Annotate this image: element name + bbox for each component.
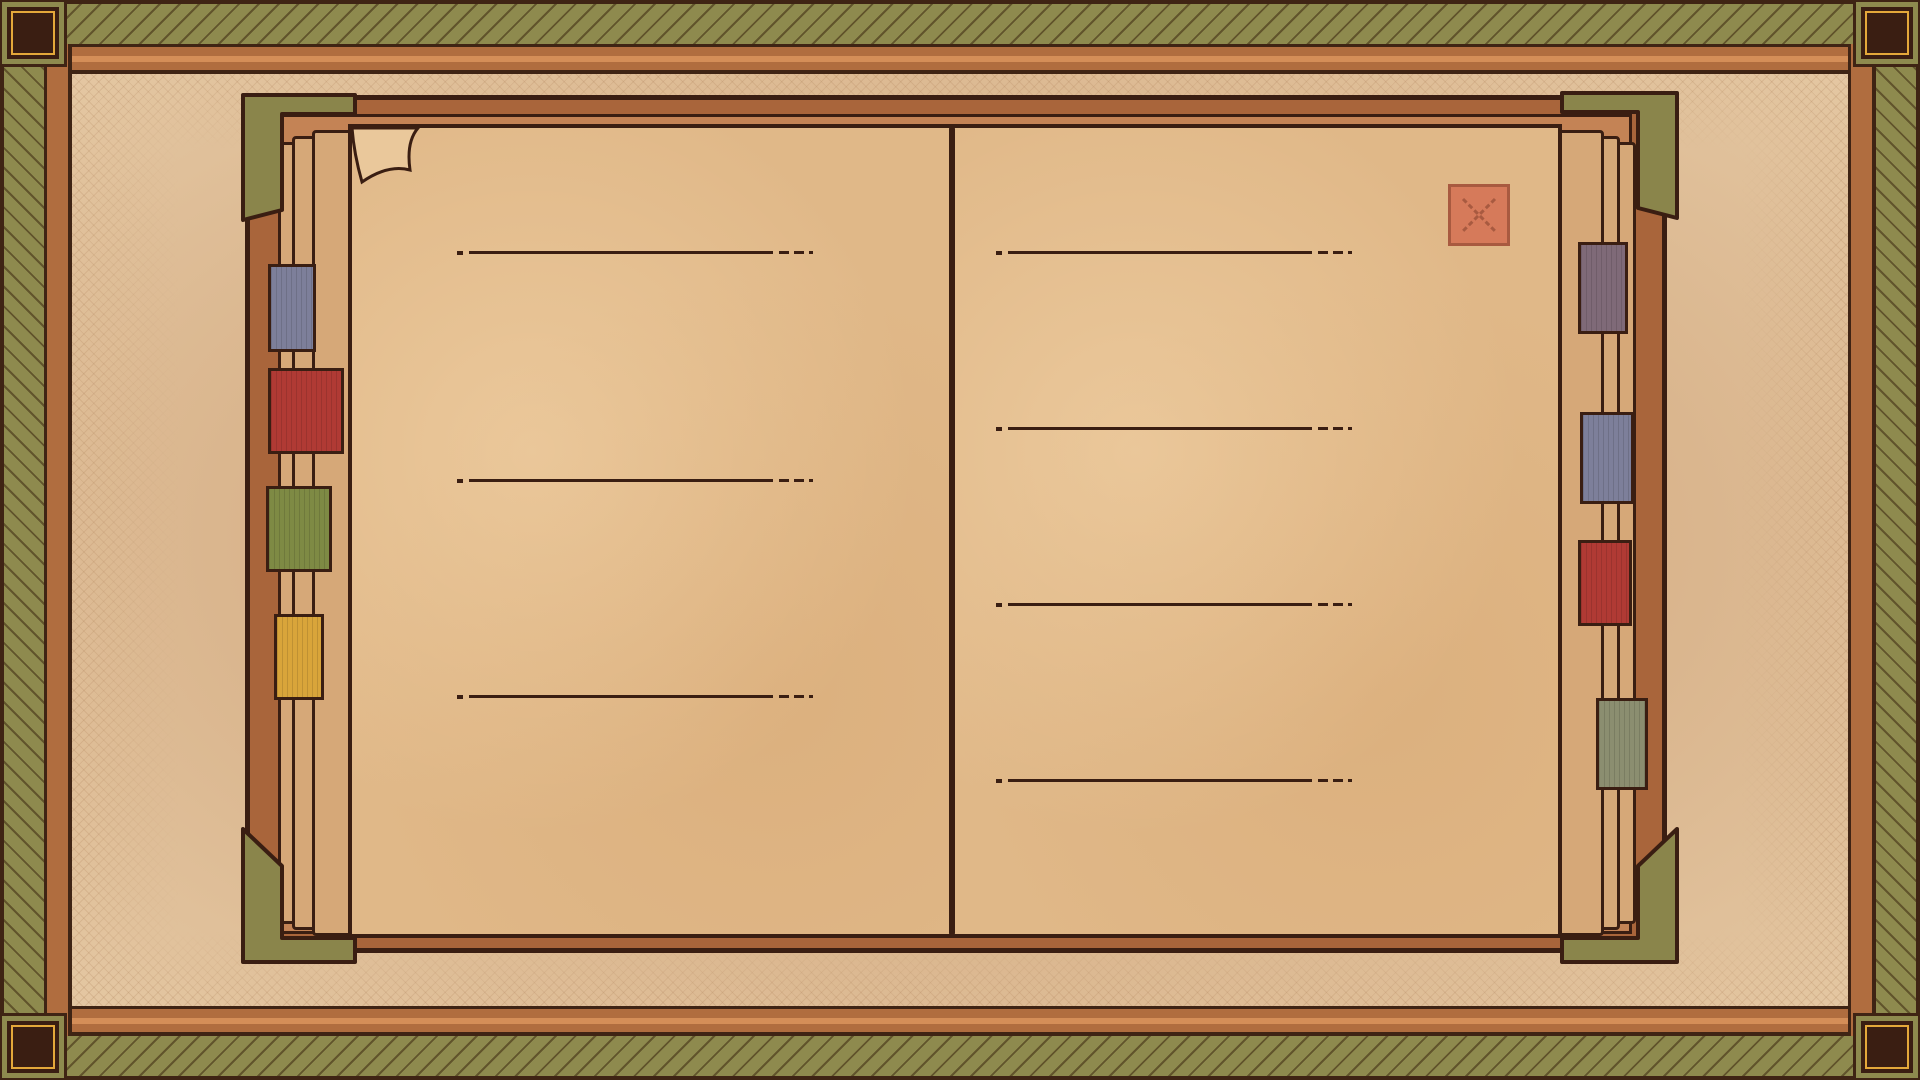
right-line-start (996, 779, 1002, 783)
left-write-line (469, 251, 773, 254)
frame-inner-bottom (44, 1006, 1876, 1036)
right-write-line-dashes (1318, 603, 1352, 606)
left-page (348, 124, 956, 938)
right-page (950, 124, 1562, 938)
right-line-start (996, 251, 1002, 255)
right-write-line (1008, 427, 1312, 430)
bracket-bottom-left (241, 827, 357, 964)
left-tab-green[interactable] (266, 486, 332, 572)
left-write-line-dashes (779, 251, 813, 254)
right-tab-sage[interactable] (1596, 698, 1648, 790)
frame-bottom-band (0, 1032, 1920, 1080)
left-line-start (457, 695, 463, 699)
bracket-top-left (241, 93, 357, 222)
frame-corner-bottom-left (0, 1013, 67, 1080)
right-tab-red[interactable] (1578, 540, 1632, 626)
frame-inner-right (1848, 44, 1876, 1036)
left-write-line-dashes (779, 695, 813, 698)
right-write-line-dashes (1318, 779, 1352, 782)
left-tab-blue[interactable] (268, 264, 316, 352)
frame-corner-top-left (0, 0, 67, 67)
right-write-line (1008, 779, 1312, 782)
left-write-line (469, 695, 773, 698)
right-tab-blue[interactable] (1580, 412, 1634, 504)
bracket-bottom-right (1560, 827, 1679, 964)
left-write-line (469, 479, 773, 482)
frame-top-band (0, 0, 1920, 48)
frame-left-band (0, 0, 48, 1080)
frame-corner-top-right (1853, 0, 1920, 67)
left-write-line-dashes (779, 479, 813, 482)
frame-right-band (1872, 0, 1920, 1080)
frame-inner-top (44, 44, 1876, 74)
x-icon (1461, 197, 1497, 233)
right-write-line (1008, 251, 1312, 254)
right-line-start (996, 427, 1002, 431)
left-tab-red[interactable] (268, 368, 344, 454)
left-tab-yellow[interactable] (274, 614, 324, 700)
right-write-line-dashes (1318, 427, 1352, 430)
close-button[interactable] (1448, 184, 1510, 246)
book-spine (949, 126, 955, 936)
frame-corner-bottom-right (1853, 1013, 1920, 1080)
right-write-line (1008, 603, 1312, 606)
left-line-start (457, 251, 463, 255)
bracket-top-right (1560, 91, 1679, 220)
right-tab-purple[interactable] (1578, 242, 1628, 334)
right-write-line-dashes (1318, 251, 1352, 254)
left-line-start (457, 479, 463, 483)
right-line-start (996, 603, 1002, 607)
page-curl (350, 126, 422, 185)
frame-inner-left (44, 44, 72, 1036)
